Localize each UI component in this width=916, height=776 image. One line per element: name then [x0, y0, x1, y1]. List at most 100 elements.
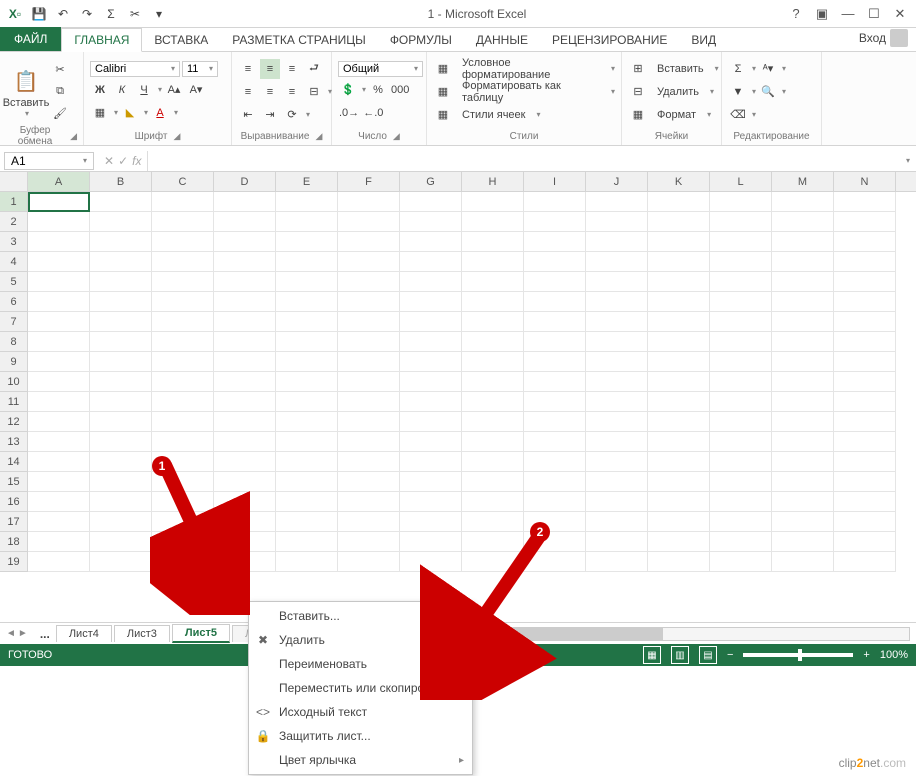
cell[interactable]	[834, 432, 896, 452]
cell[interactable]	[834, 512, 896, 532]
row-header[interactable]: 17	[0, 512, 28, 532]
cut-icon[interactable]: ✂	[124, 3, 146, 25]
cell[interactable]	[710, 512, 772, 532]
cell[interactable]	[28, 372, 90, 392]
cell[interactable]	[648, 212, 710, 232]
cell[interactable]	[28, 192, 90, 212]
ctx-insert[interactable]: Вставить...	[249, 604, 472, 628]
cell[interactable]	[834, 292, 896, 312]
cell[interactable]	[462, 272, 524, 292]
cell[interactable]	[648, 332, 710, 352]
paste-button[interactable]: 📋 Вставить ▾	[6, 65, 46, 118]
cell[interactable]	[648, 392, 710, 412]
cell[interactable]	[152, 552, 214, 572]
row-header[interactable]: 14	[0, 452, 28, 472]
cell[interactable]	[90, 272, 152, 292]
row-header[interactable]: 18	[0, 532, 28, 552]
qat-customize-icon[interactable]: ▾	[148, 3, 170, 25]
cell[interactable]	[338, 532, 400, 552]
cell[interactable]	[90, 512, 152, 532]
cell[interactable]	[338, 372, 400, 392]
cell[interactable]	[648, 472, 710, 492]
sheet-nav-prev-icon[interactable]: ◄	[6, 628, 16, 639]
page-layout-view-icon[interactable]: ▥	[671, 646, 689, 664]
cell[interactable]	[710, 412, 772, 432]
cell[interactable]	[90, 492, 152, 512]
cell[interactable]	[648, 272, 710, 292]
cell[interactable]	[90, 212, 152, 232]
increase-font-icon[interactable]: A▴	[164, 80, 184, 100]
zoom-level[interactable]: 100%	[880, 649, 908, 661]
cell[interactable]	[214, 252, 276, 272]
cancel-formula-icon[interactable]: ✕	[104, 154, 114, 168]
row-header[interactable]: 3	[0, 232, 28, 252]
cell[interactable]	[524, 272, 586, 292]
autosum-icon[interactable]: Σ	[100, 3, 122, 25]
cell[interactable]	[710, 272, 772, 292]
cell[interactable]	[772, 452, 834, 472]
tab-home[interactable]: ГЛАВНАЯ	[61, 28, 142, 52]
column-header[interactable]: C	[152, 172, 214, 191]
cell[interactable]	[214, 332, 276, 352]
sign-in[interactable]: Вход	[851, 25, 916, 51]
cell[interactable]	[586, 432, 648, 452]
ctx-move-copy[interactable]: Переместить или скопировать...	[249, 676, 472, 700]
cell[interactable]	[90, 252, 152, 272]
row-header[interactable]: 5	[0, 272, 28, 292]
cell[interactable]	[28, 272, 90, 292]
cell[interactable]	[834, 392, 896, 412]
column-header[interactable]: G	[400, 172, 462, 191]
column-header[interactable]: J	[586, 172, 648, 191]
cell[interactable]	[648, 252, 710, 272]
cell[interactable]	[152, 352, 214, 372]
percent-format-icon[interactable]: %	[368, 80, 388, 100]
fill-icon[interactable]: ▼	[728, 82, 748, 102]
cell[interactable]	[834, 352, 896, 372]
cell[interactable]	[90, 392, 152, 412]
cell[interactable]	[276, 492, 338, 512]
cell[interactable]	[586, 552, 648, 572]
cell[interactable]	[586, 472, 648, 492]
cell[interactable]	[462, 392, 524, 412]
cell[interactable]	[710, 452, 772, 472]
cell[interactable]	[214, 212, 276, 232]
cell[interactable]	[28, 292, 90, 312]
cell[interactable]	[648, 512, 710, 532]
cell[interactable]	[710, 432, 772, 452]
row-header[interactable]: 19	[0, 552, 28, 572]
cell[interactable]	[772, 272, 834, 292]
cell[interactable]	[524, 432, 586, 452]
sheet-tab-list5[interactable]: Лист5	[172, 624, 230, 643]
cell[interactable]	[90, 552, 152, 572]
row-header[interactable]: 9	[0, 352, 28, 372]
cell[interactable]	[90, 472, 152, 492]
cell[interactable]	[648, 232, 710, 252]
dialog-launcher-icon[interactable]: ◢	[70, 131, 77, 142]
ctx-view-code[interactable]: <>Исходный текст	[249, 700, 472, 724]
cell[interactable]	[710, 372, 772, 392]
cell[interactable]	[648, 532, 710, 552]
select-all-corner[interactable]	[0, 172, 28, 191]
undo-icon[interactable]: ↶	[52, 3, 74, 25]
cell[interactable]	[772, 312, 834, 332]
cell[interactable]	[462, 372, 524, 392]
cell[interactable]	[90, 332, 152, 352]
cell[interactable]	[338, 312, 400, 332]
cell[interactable]	[710, 212, 772, 232]
font-color-button[interactable]: A	[150, 103, 170, 123]
cell[interactable]	[338, 392, 400, 412]
cell[interactable]	[834, 212, 896, 232]
cell[interactable]	[524, 552, 586, 572]
cell[interactable]	[28, 392, 90, 412]
cell[interactable]	[28, 532, 90, 552]
align-middle-icon[interactable]: ≡	[260, 59, 280, 79]
cell[interactable]	[28, 312, 90, 332]
cell[interactable]	[28, 352, 90, 372]
cell[interactable]	[152, 492, 214, 512]
cell[interactable]	[462, 552, 524, 572]
cell[interactable]	[772, 472, 834, 492]
column-header[interactable]: D	[214, 172, 276, 191]
cell[interactable]	[338, 252, 400, 272]
cell[interactable]	[524, 372, 586, 392]
cell[interactable]	[400, 312, 462, 332]
